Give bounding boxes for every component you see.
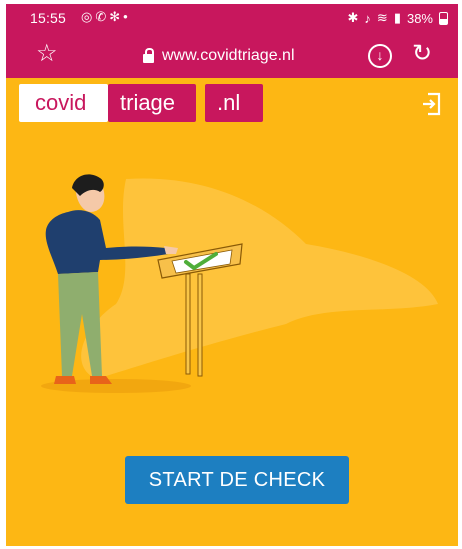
- instagram-icon: ◎: [81, 9, 96, 24]
- system-icons: ✱ ♪ ≋ ▮ 38%: [347, 10, 448, 26]
- bg-shape: [81, 178, 438, 379]
- illustration-person-with-checkmark-tablet: [41, 174, 438, 393]
- status-bar: 15:55 ◎✆✻• ✱ ♪ ≋ ▮ 38%: [6, 4, 458, 34]
- url-text: www.covidtriage.nl: [162, 47, 295, 64]
- lock-icon: [143, 48, 154, 63]
- address-bar[interactable]: www.covidtriage.nl: [143, 47, 295, 65]
- logo-covid: covid: [19, 84, 108, 122]
- start-check-button[interactable]: START DE CHECK: [125, 456, 349, 504]
- mute-icon: ♪: [364, 10, 371, 26]
- app-frame: 15:55 ◎✆✻• ✱ ♪ ≋ ▮ 38% ☆ www.covidtriage…: [6, 4, 458, 546]
- star-icon[interactable]: ☆: [36, 42, 58, 66]
- battery-percentage: 38%: [406, 10, 433, 26]
- whatsapp-icon: ✆: [95, 9, 110, 24]
- logo-triage: triage: [108, 84, 196, 122]
- status-time: 15:55: [30, 10, 67, 26]
- notification-icons: ◎✆✻•: [81, 9, 131, 25]
- logo-nl: .nl: [205, 84, 263, 122]
- battery-icon: [439, 11, 448, 25]
- fan-icon: ✻: [109, 9, 124, 24]
- login-icon[interactable]: [421, 92, 441, 116]
- download-icon[interactable]: ↓: [368, 44, 392, 68]
- reload-icon[interactable]: ↻: [412, 40, 432, 68]
- bluetooth-icon: ✱: [347, 10, 359, 25]
- dot-icon: •: [123, 9, 131, 24]
- wifi-icon: ≋: [376, 10, 388, 25]
- site-logo[interactable]: covid triage .nl: [19, 84, 263, 122]
- browser-bar: ☆ www.covidtriage.nl ↓ ↻: [6, 34, 458, 78]
- signal-icon: ▮: [393, 10, 401, 25]
